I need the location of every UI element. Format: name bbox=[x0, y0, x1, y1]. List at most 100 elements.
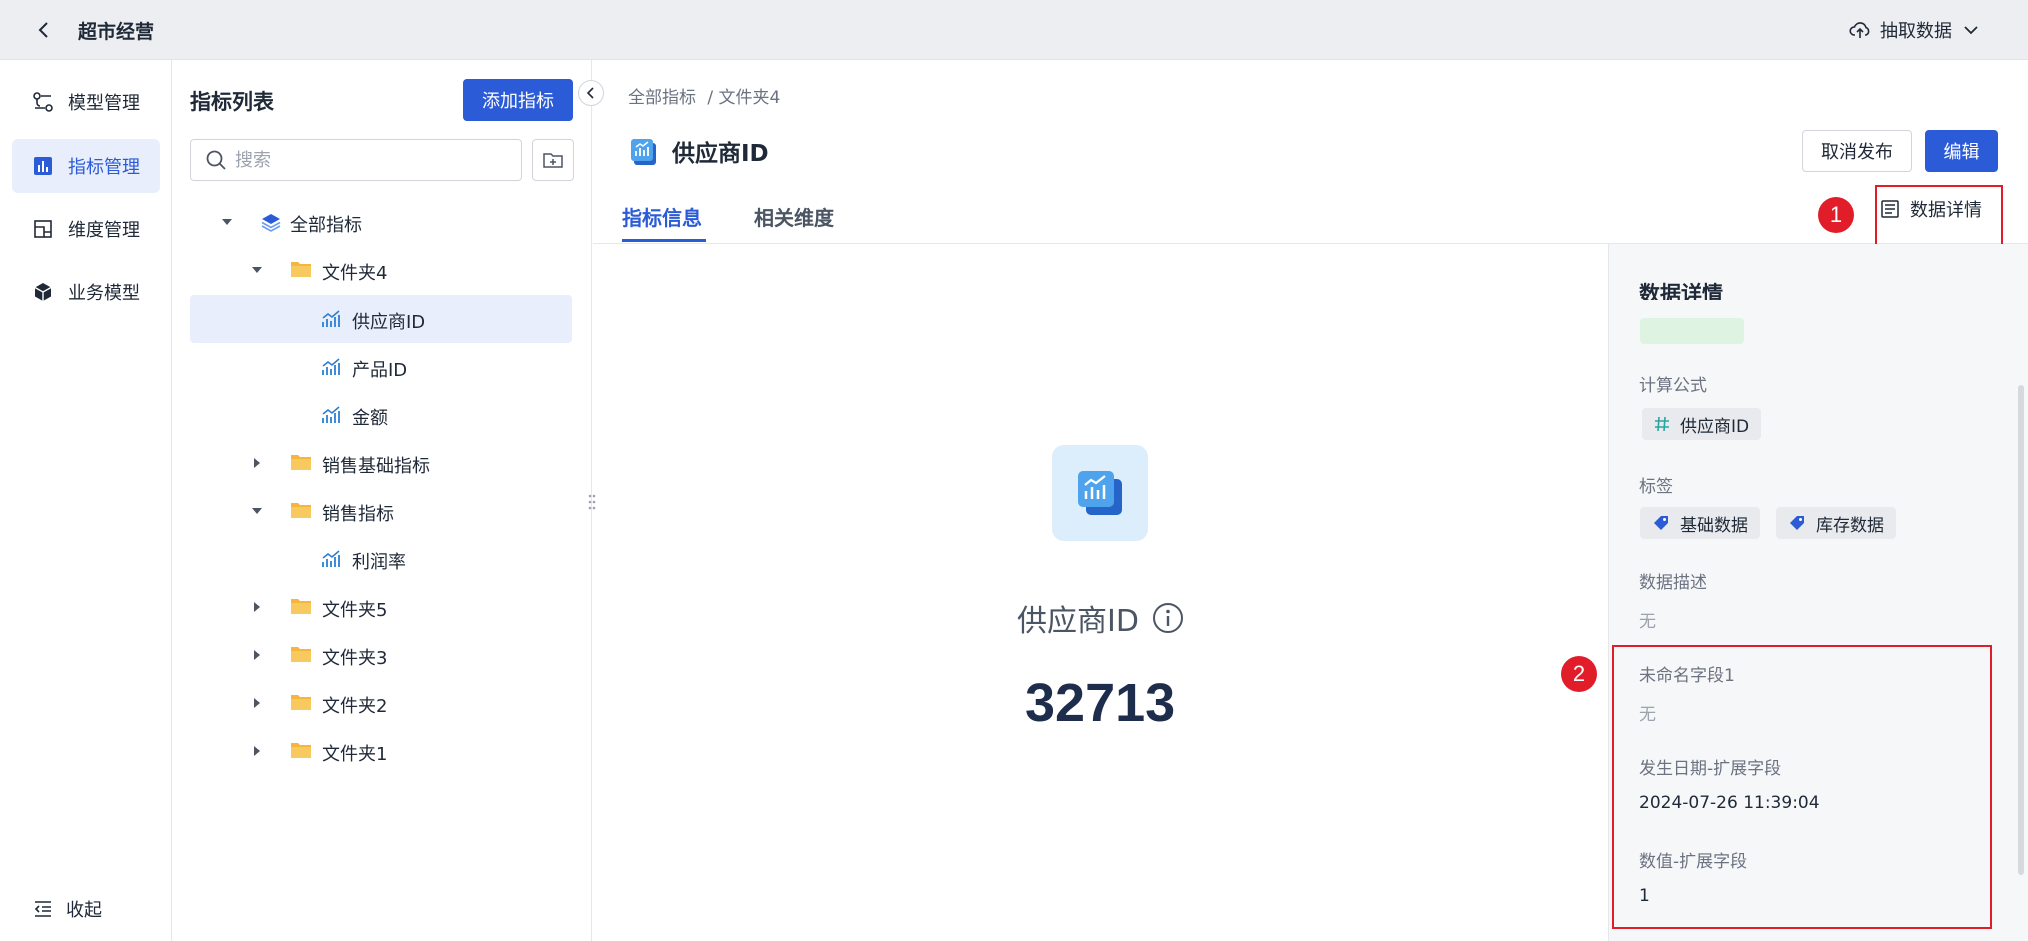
breadcrumb-item[interactable]: / 文件夹4 bbox=[707, 88, 780, 108]
tree-item-label: 销售基础指标 bbox=[322, 456, 430, 477]
layers-icon bbox=[261, 214, 281, 232]
breadcrumb: 全部指标 / 文件夹4 bbox=[628, 83, 786, 108]
metric-name: 供应商ID bbox=[1017, 604, 1139, 639]
tag-label: 基础数据 bbox=[1680, 515, 1748, 536]
folder-icon bbox=[291, 262, 311, 277]
tree-item-label: 利润率 bbox=[352, 552, 406, 573]
active-tab-indicator bbox=[622, 239, 706, 242]
tree-item-root[interactable]: 全部指标 bbox=[190, 198, 572, 246]
info-icon[interactable] bbox=[1151, 601, 1185, 635]
cube-icon bbox=[34, 283, 52, 301]
tree-item-label: 金额 bbox=[352, 408, 388, 429]
highlight-box bbox=[1875, 185, 2003, 248]
metric-card-icon bbox=[631, 139, 656, 165]
nav-item-metric[interactable]: 指标管理 bbox=[12, 139, 160, 193]
scroll-fade bbox=[1609, 300, 2009, 318]
formula-chip: 供应商ID bbox=[1642, 408, 1762, 440]
caret-right-icon bbox=[254, 746, 260, 756]
tree-item-label: 供应商ID bbox=[352, 312, 426, 333]
folder-icon bbox=[291, 647, 311, 662]
description-label: 数据描述 bbox=[1639, 573, 1707, 593]
details-scrollbar[interactable] bbox=[2018, 385, 2024, 875]
tree-item-folder[interactable]: 文件夹1 bbox=[190, 727, 572, 775]
dimension-icon bbox=[34, 220, 52, 238]
nav-item-business-model[interactable]: 业务模型 bbox=[12, 265, 160, 319]
caret-down-icon bbox=[252, 267, 262, 273]
tab-related-dimensions[interactable]: 相关维度 bbox=[754, 202, 834, 231]
tag-chip: 基础数据 bbox=[1640, 507, 1760, 539]
tree-item-label: 销售指标 bbox=[322, 504, 394, 525]
tree-item-metric[interactable]: 利润率 bbox=[190, 535, 572, 583]
trend-chart-icon bbox=[322, 310, 340, 327]
nav-label: 指标管理 bbox=[68, 157, 140, 178]
metric-large-icon bbox=[1052, 445, 1148, 541]
caret-down-icon bbox=[222, 219, 232, 225]
tree-item-metric-selected[interactable]: 供应商ID bbox=[190, 295, 572, 343]
folder-icon bbox=[291, 743, 311, 758]
collapse-nav-button[interactable]: 收起 bbox=[32, 896, 102, 922]
tag-icon bbox=[1790, 516, 1804, 530]
back-arrow-icon[interactable] bbox=[30, 16, 58, 44]
trend-chart-icon bbox=[322, 358, 340, 375]
tag-label: 库存数据 bbox=[1816, 515, 1884, 536]
search-box bbox=[190, 139, 522, 181]
nav-label: 模型管理 bbox=[68, 93, 140, 114]
description-value: 无 bbox=[1639, 612, 1656, 632]
extract-data-label: 抽取数据 bbox=[1880, 21, 1952, 42]
collapse-label: 收起 bbox=[66, 900, 102, 921]
unpublish-button[interactable]: 取消发布 bbox=[1802, 130, 1912, 172]
folder-icon bbox=[291, 695, 311, 710]
caret-right-icon bbox=[254, 602, 260, 612]
tree-item-folder[interactable]: 销售指标 bbox=[190, 487, 572, 535]
tree-item-label: 文件夹3 bbox=[322, 648, 388, 669]
trend-chart-icon bbox=[322, 406, 340, 423]
top-bar: 超市经营 抽取数据 bbox=[0, 0, 2028, 60]
hash-icon bbox=[1655, 416, 1669, 432]
add-metric-button[interactable]: 添加指标 bbox=[463, 79, 573, 121]
tree-item-folder[interactable]: 文件夹4 bbox=[190, 246, 572, 294]
tree-item-label: 文件夹4 bbox=[322, 263, 388, 284]
new-folder-button[interactable] bbox=[532, 139, 574, 181]
search-icon bbox=[206, 150, 226, 170]
search-input[interactable] bbox=[235, 149, 505, 171]
extract-data-button[interactable]: 抽取数据 bbox=[1848, 16, 1982, 44]
page-title: 供应商ID bbox=[672, 141, 769, 167]
formula-value: 供应商ID bbox=[1680, 416, 1750, 437]
tree-item-label: 全部指标 bbox=[290, 215, 362, 236]
edit-button[interactable]: 编辑 bbox=[1925, 130, 1998, 172]
tree-item-label: 文件夹5 bbox=[322, 600, 388, 621]
tab-metric-info[interactable]: 指标信息 bbox=[622, 202, 702, 231]
caret-right-icon bbox=[254, 458, 260, 468]
nav-item-dimension[interactable]: 维度管理 bbox=[12, 202, 160, 256]
chart-card-icon bbox=[1078, 471, 1122, 515]
folder-icon bbox=[291, 599, 311, 614]
nav-label: 维度管理 bbox=[68, 220, 140, 241]
folder-icon bbox=[291, 503, 311, 518]
folder-add-icon bbox=[543, 153, 563, 168]
nav-label: 业务模型 bbox=[68, 283, 140, 304]
folder-icon bbox=[291, 455, 311, 470]
chevron-down-icon bbox=[1964, 26, 1978, 35]
tree-item-folder[interactable]: 销售基础指标 bbox=[190, 439, 572, 487]
trend-chart-icon bbox=[322, 550, 340, 567]
tree-item-label: 产品ID bbox=[352, 360, 408, 381]
cloud-upload-icon bbox=[1849, 22, 1870, 38]
tree-item-folder[interactable]: 文件夹3 bbox=[190, 631, 572, 679]
annotation-badge: 1 bbox=[1818, 197, 1854, 233]
collapse-menu-icon bbox=[34, 901, 51, 917]
app-title: 超市经营 bbox=[78, 21, 155, 43]
tree-item-folder[interactable]: 文件夹5 bbox=[190, 583, 572, 631]
nav-item-model[interactable]: 模型管理 bbox=[12, 75, 160, 129]
tree-item-metric[interactable]: 金额 bbox=[190, 391, 572, 439]
metric-value: 32713 bbox=[1025, 673, 1176, 733]
highlight-box bbox=[1612, 645, 1992, 929]
breadcrumb-item[interactable]: 全部指标 bbox=[628, 88, 696, 108]
tag-icon bbox=[1654, 516, 1668, 530]
metric-card bbox=[593, 244, 1608, 941]
collapse-panel-button[interactable] bbox=[578, 80, 604, 106]
metric-header: 供应商ID bbox=[628, 134, 769, 168]
tree-title: 指标列表 bbox=[190, 90, 274, 114]
tree-item-label: 文件夹2 bbox=[322, 696, 388, 717]
tree-item-folder[interactable]: 文件夹2 bbox=[190, 679, 572, 727]
tree-item-metric[interactable]: 产品ID bbox=[190, 343, 572, 391]
